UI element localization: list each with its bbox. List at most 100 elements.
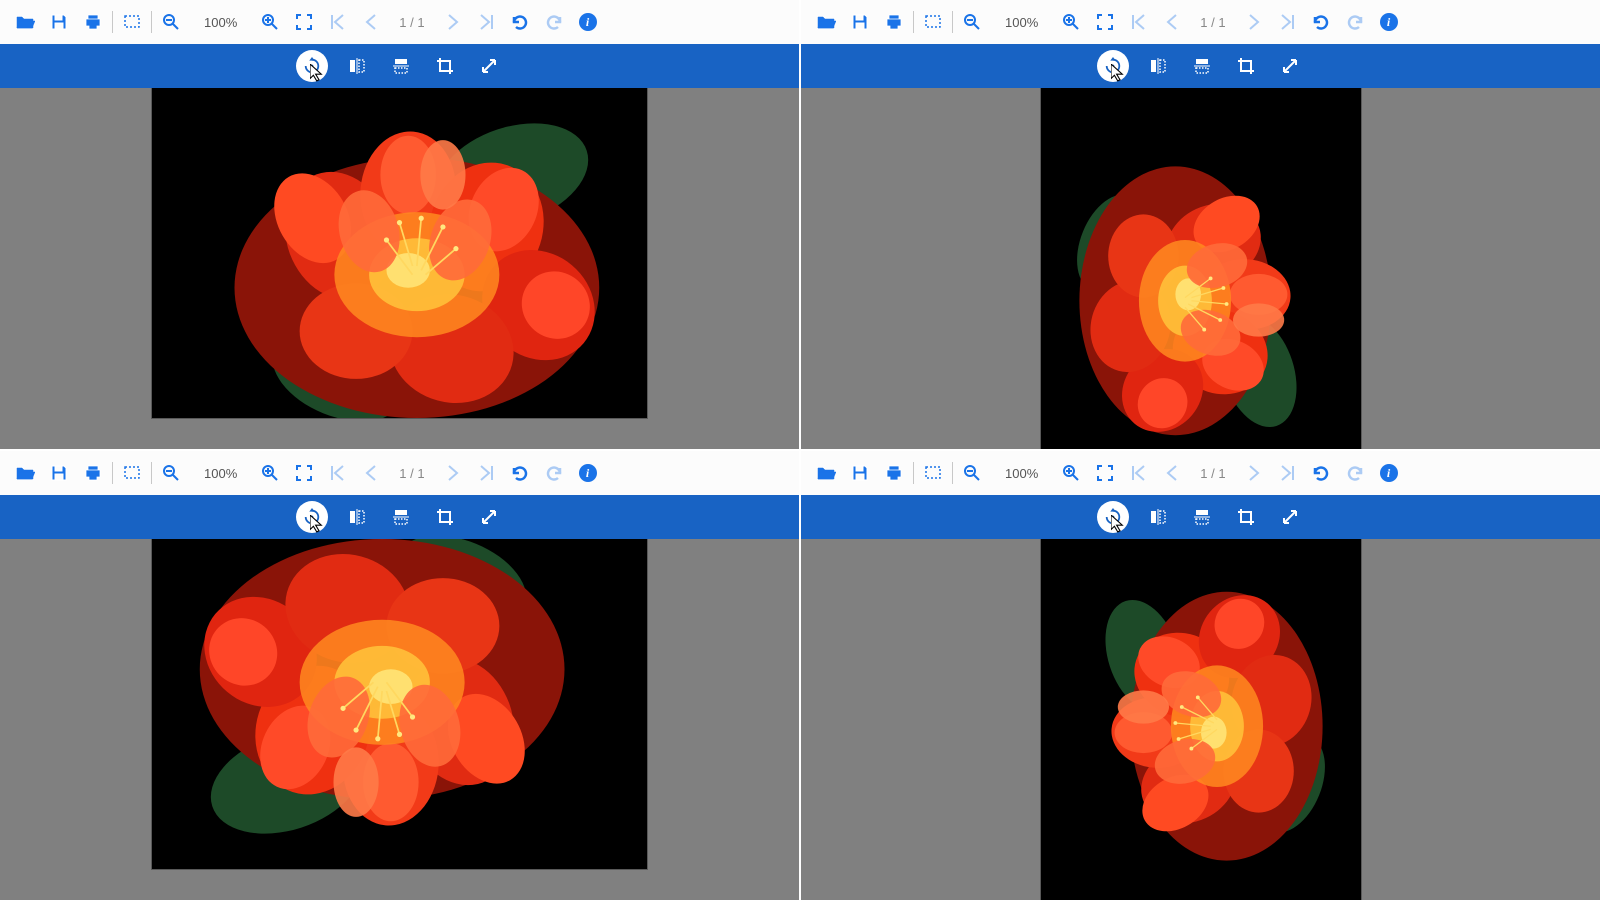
open-button[interactable] <box>10 7 40 37</box>
separator <box>913 11 914 33</box>
zoom-level-label: 100% <box>190 15 251 30</box>
open-button[interactable] <box>811 458 841 488</box>
resize-button[interactable] <box>1275 51 1305 81</box>
fullscreen-button[interactable] <box>289 458 319 488</box>
zoom-out-button[interactable] <box>957 458 987 488</box>
info-button[interactable]: i <box>1374 7 1404 37</box>
open-button[interactable] <box>811 7 841 37</box>
last-page-button[interactable] <box>1272 7 1302 37</box>
next-page-button[interactable] <box>437 7 467 37</box>
resize-button[interactable] <box>1275 502 1305 532</box>
redo-button[interactable] <box>539 7 569 37</box>
zoom-out-button[interactable] <box>156 458 186 488</box>
separator <box>151 11 152 33</box>
first-page-button[interactable] <box>323 458 353 488</box>
fullscreen-button[interactable] <box>1090 458 1120 488</box>
next-page-button[interactable] <box>1238 7 1268 37</box>
toolbar-edit <box>801 44 1600 88</box>
rotate-button[interactable] <box>296 501 328 533</box>
first-page-button[interactable] <box>1124 7 1154 37</box>
last-page-button[interactable] <box>471 458 501 488</box>
zoom-in-button[interactable] <box>1056 458 1086 488</box>
flip-vertical-button[interactable] <box>1187 51 1217 81</box>
open-button[interactable] <box>10 458 40 488</box>
flip-horizontal-button[interactable] <box>1143 51 1173 81</box>
save-button[interactable] <box>845 458 875 488</box>
flip-vertical-button[interactable] <box>386 51 416 81</box>
undo-button[interactable] <box>1306 458 1336 488</box>
page-indicator: 1 / 1 <box>391 466 432 481</box>
select-region-button[interactable] <box>918 458 948 488</box>
separator <box>112 462 113 484</box>
crop-button[interactable] <box>1231 502 1261 532</box>
fullscreen-button[interactable] <box>289 7 319 37</box>
select-region-button[interactable] <box>117 7 147 37</box>
redo-button[interactable] <box>539 458 569 488</box>
zoom-out-button[interactable] <box>156 7 186 37</box>
first-page-button[interactable] <box>1124 458 1154 488</box>
zoom-in-button[interactable] <box>255 458 285 488</box>
photo <box>152 88 647 418</box>
prev-page-button[interactable] <box>357 458 387 488</box>
undo-button[interactable] <box>505 7 535 37</box>
toolbar-edit <box>0 495 799 539</box>
prev-page-button[interactable] <box>357 7 387 37</box>
redo-button[interactable] <box>1340 458 1370 488</box>
info-button[interactable]: i <box>573 458 603 488</box>
rotate-button[interactable] <box>1097 501 1129 533</box>
prev-page-button[interactable] <box>1158 7 1188 37</box>
rotate-button[interactable] <box>1097 50 1129 82</box>
separator <box>952 462 953 484</box>
photo <box>1041 88 1361 449</box>
separator <box>112 11 113 33</box>
save-button[interactable] <box>44 7 74 37</box>
toolbar-edit <box>801 495 1600 539</box>
separator <box>913 462 914 484</box>
image-canvas[interactable] <box>801 88 1600 449</box>
flip-horizontal-button[interactable] <box>342 502 372 532</box>
resize-button[interactable] <box>474 502 504 532</box>
crop-button[interactable] <box>430 502 460 532</box>
print-button[interactable] <box>879 7 909 37</box>
print-button[interactable] <box>879 458 909 488</box>
zoom-in-button[interactable] <box>1056 7 1086 37</box>
last-page-button[interactable] <box>471 7 501 37</box>
last-page-button[interactable] <box>1272 458 1302 488</box>
flip-vertical-button[interactable] <box>1187 502 1217 532</box>
undo-button[interactable] <box>505 458 535 488</box>
first-page-button[interactable] <box>323 7 353 37</box>
select-region-button[interactable] <box>918 7 948 37</box>
next-page-button[interactable] <box>1238 458 1268 488</box>
zoom-out-button[interactable] <box>957 7 987 37</box>
rotate-button[interactable] <box>296 50 328 82</box>
page-indicator: 1 / 1 <box>391 15 432 30</box>
redo-button[interactable] <box>1340 7 1370 37</box>
image-canvas[interactable] <box>801 539 1600 900</box>
image-canvas[interactable] <box>0 88 799 449</box>
select-region-button[interactable] <box>117 458 147 488</box>
print-button[interactable] <box>78 7 108 37</box>
viewer-pane-0: 100% 1 / 1 i <box>0 0 799 449</box>
undo-button[interactable] <box>1306 7 1336 37</box>
zoom-in-button[interactable] <box>255 7 285 37</box>
flip-horizontal-button[interactable] <box>1143 502 1173 532</box>
resize-button[interactable] <box>474 51 504 81</box>
info-button[interactable]: i <box>573 7 603 37</box>
fullscreen-button[interactable] <box>1090 7 1120 37</box>
separator <box>952 11 953 33</box>
flip-horizontal-button[interactable] <box>342 51 372 81</box>
crop-button[interactable] <box>430 51 460 81</box>
prev-page-button[interactable] <box>1158 458 1188 488</box>
crop-button[interactable] <box>1231 51 1261 81</box>
save-button[interactable] <box>44 458 74 488</box>
flip-vertical-button[interactable] <box>386 502 416 532</box>
image-canvas[interactable] <box>0 539 799 900</box>
separator <box>151 462 152 484</box>
save-button[interactable] <box>845 7 875 37</box>
toolbar-top: 100% 1 / 1 i <box>0 0 799 44</box>
next-page-button[interactable] <box>437 458 467 488</box>
page-indicator: 1 / 1 <box>1192 466 1233 481</box>
photo <box>1041 539 1361 900</box>
print-button[interactable] <box>78 458 108 488</box>
info-button[interactable]: i <box>1374 458 1404 488</box>
